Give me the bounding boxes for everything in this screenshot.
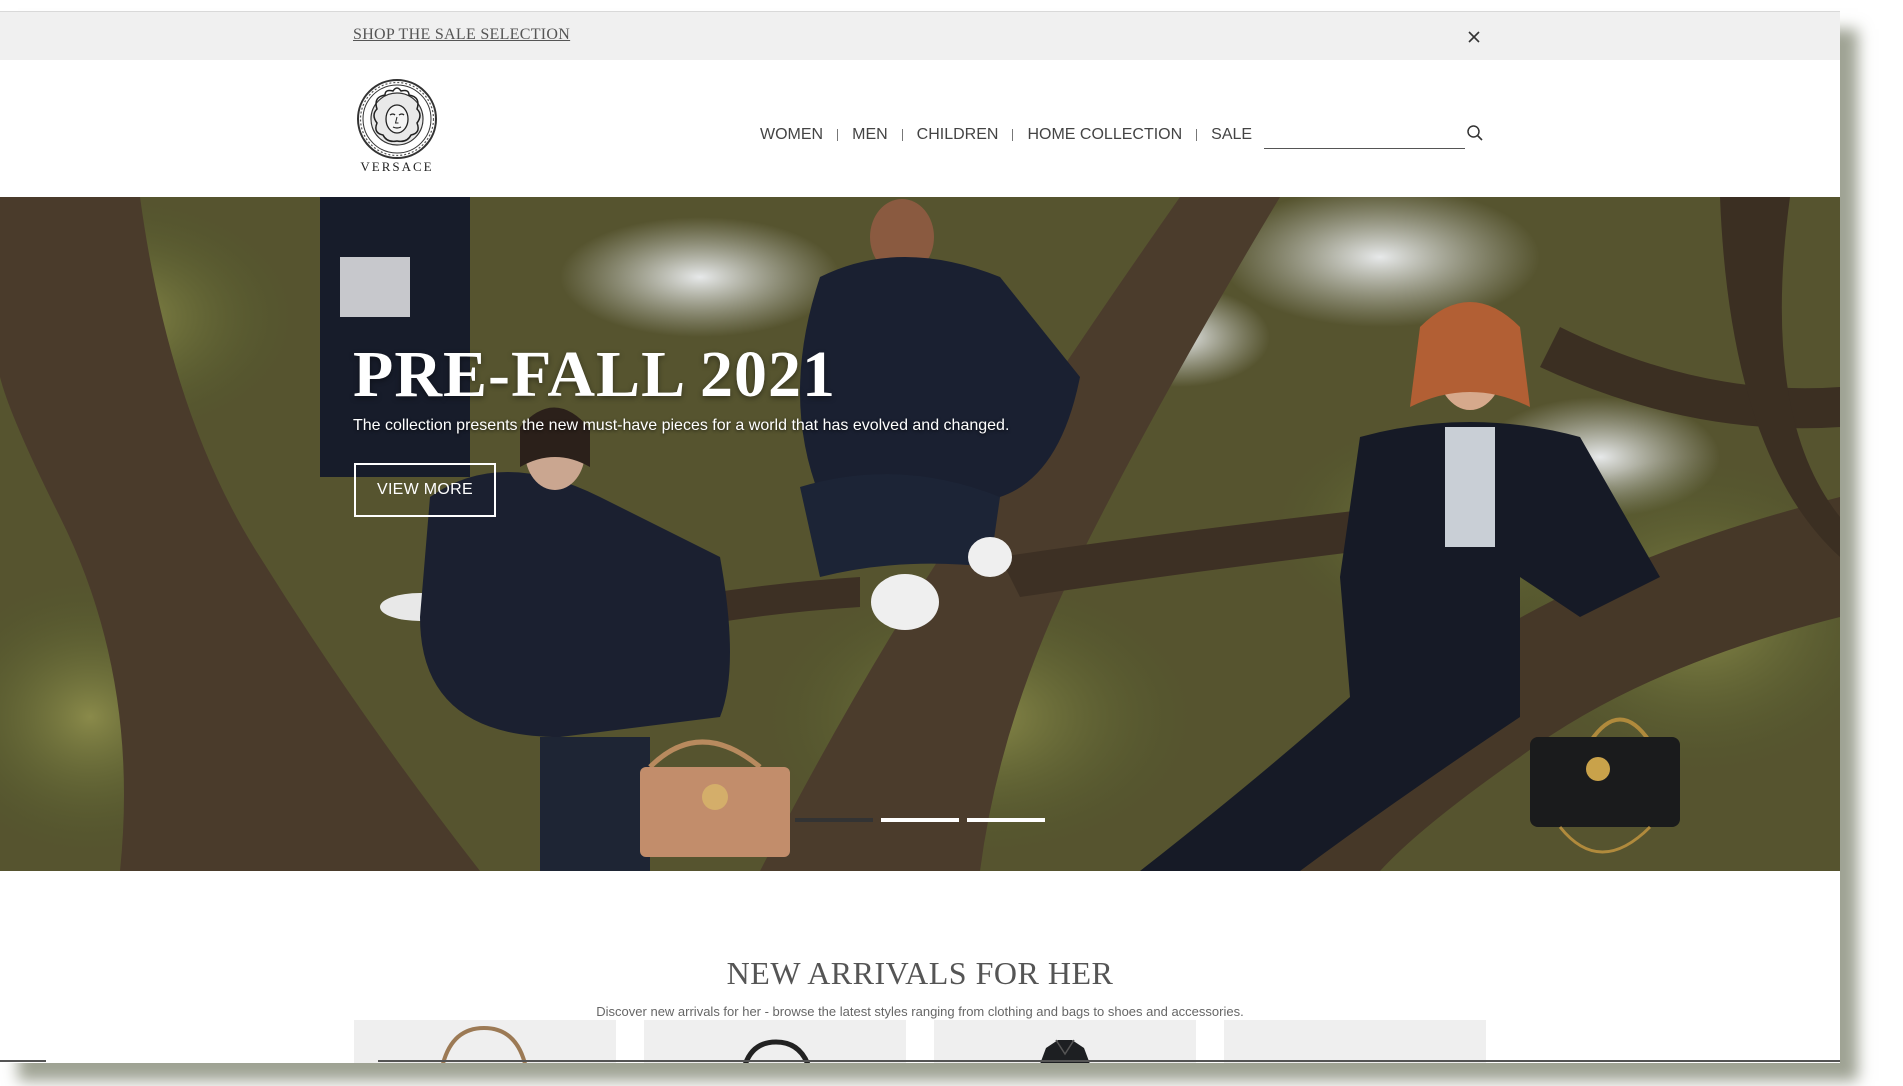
hero-banner[interactable]: PRE-FALL 2021 The collection presents th… [0, 197, 1840, 871]
versace-logo[interactable]: VERSACE [355, 79, 439, 179]
nav-home-collection[interactable]: HOME COLLECTION [1027, 126, 1182, 144]
nav-separator [837, 129, 839, 141]
nav-children[interactable]: CHILDREN [917, 126, 999, 144]
bottom-divider [0, 1060, 46, 1062]
hero-image [0, 197, 1840, 871]
nav-men[interactable]: MEN [852, 126, 888, 144]
nav-women[interactable]: WOMEN [760, 126, 823, 144]
nav-sale[interactable]: SALE [1211, 126, 1252, 144]
carousel-dot-2[interactable] [881, 818, 959, 822]
search-icon[interactable] [1466, 124, 1484, 142]
hero-subtitle: The collection presents the new must-hav… [353, 417, 1010, 434]
bag-icon [743, 1039, 811, 1063]
view-more-button[interactable]: VIEW MORE [354, 463, 496, 517]
hero-title: PRE-FALL 2021 [353, 338, 836, 411]
new-arrivals-title: NEW ARRIVALS FOR HER [726, 955, 1114, 991]
search-input[interactable] [1264, 116, 1465, 149]
nav-separator [901, 129, 903, 141]
carousel-dot-1[interactable] [795, 818, 873, 822]
nav-separator [1012, 129, 1014, 141]
main-navigation: WOMEN MEN CHILDREN HOME COLLECTION SALE [760, 123, 1252, 147]
close-icon[interactable] [1464, 27, 1484, 47]
bottom-divider [378, 1060, 1840, 1062]
browser-page: SHOP THE SALE SELECTION VERSACE WOMEN ME… [0, 11, 1840, 1063]
medusa-logo-icon [357, 79, 437, 159]
product-card-4[interactable] [1224, 1020, 1486, 1063]
carousel-dot-3[interactable] [967, 818, 1045, 822]
nav-separator [1196, 129, 1198, 141]
product-card-3[interactable] [934, 1020, 1196, 1063]
site-header: VERSACE WOMEN MEN CHILDREN HOME COLLECTI… [0, 60, 1840, 197]
product-card-2[interactable] [644, 1020, 906, 1063]
jacket-icon [1040, 1039, 1090, 1063]
bag-icon [441, 1025, 527, 1063]
promo-bar: SHOP THE SALE SELECTION [0, 12, 1840, 60]
logo-wordmark: VERSACE [360, 159, 434, 174]
carousel-indicators [795, 818, 1045, 822]
shop-sale-link[interactable]: SHOP THE SALE SELECTION [353, 26, 570, 44]
product-card-1[interactable] [354, 1020, 616, 1063]
new-arrivals-subtitle: Discover new arrivals for her - browse t… [596, 1004, 1244, 1019]
